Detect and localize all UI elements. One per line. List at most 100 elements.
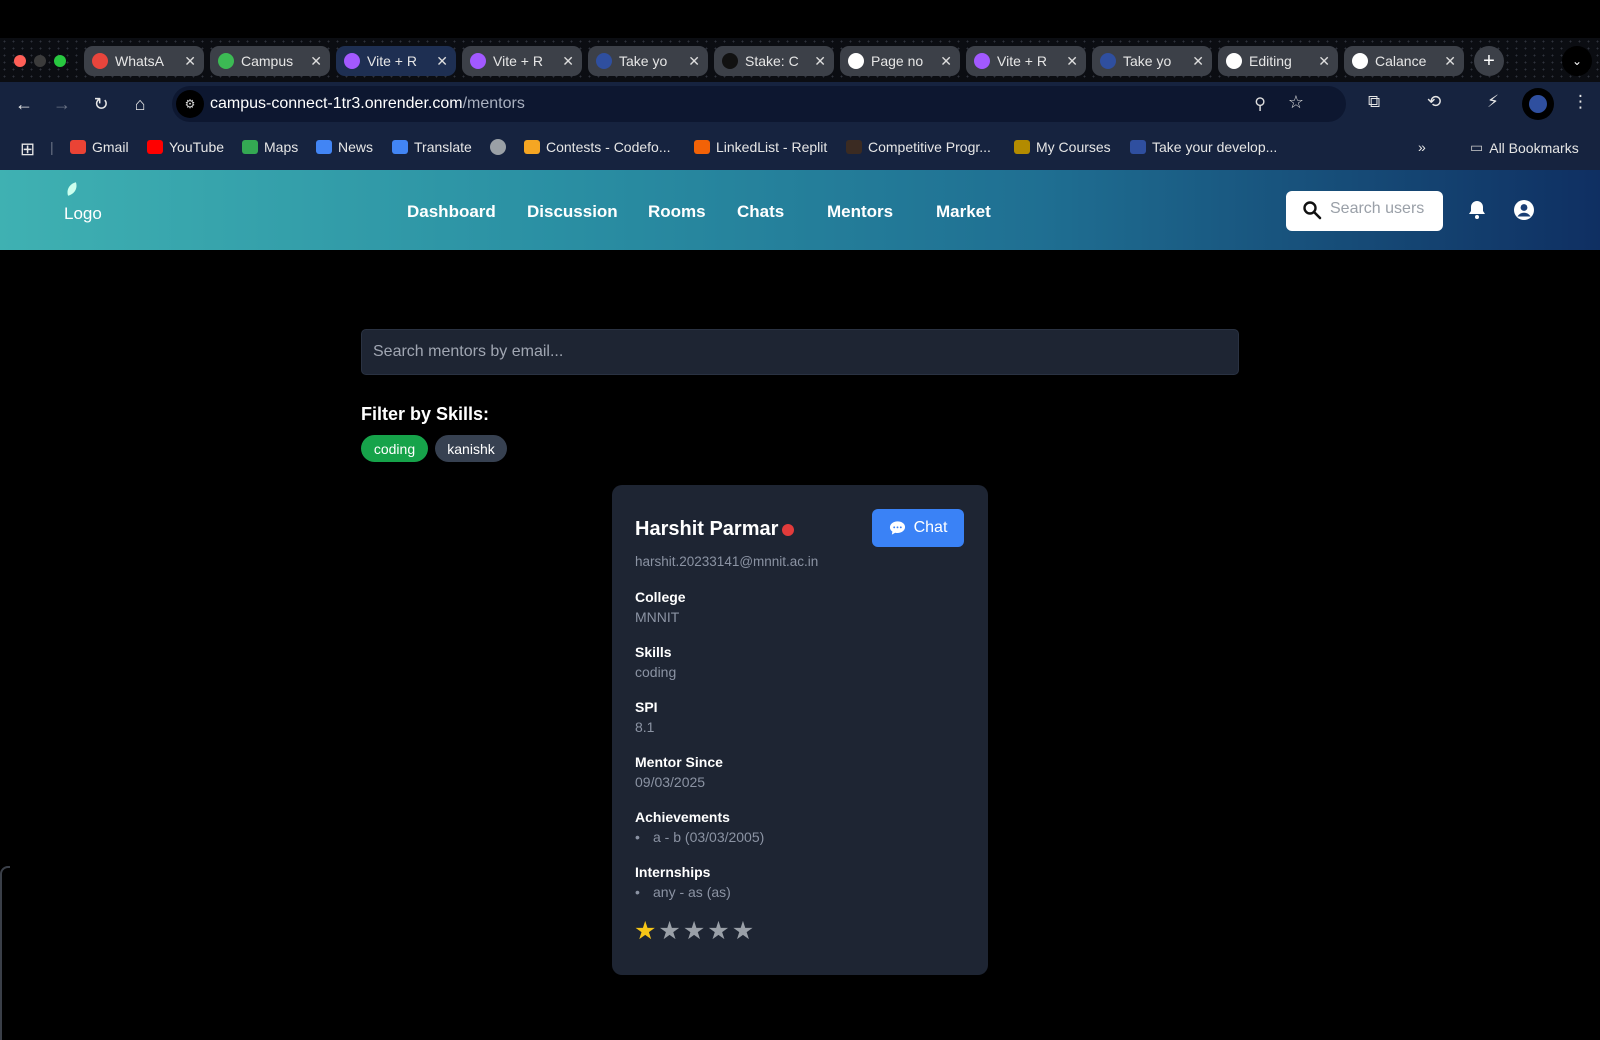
- bookmark-favicon-icon: [1130, 140, 1146, 154]
- site-info-icon[interactable]: ⚙: [176, 90, 204, 118]
- bell-icon[interactable]: [1465, 198, 1489, 222]
- star-icon[interactable]: ★: [707, 919, 729, 944]
- browser-tab[interactable]: Editing ✕: [1218, 46, 1338, 76]
- bookmark-item[interactable]: Take your develop...: [1130, 139, 1277, 155]
- back-icon[interactable]: ←: [12, 92, 36, 116]
- skill-chip-coding[interactable]: coding: [361, 435, 428, 462]
- close-tab-icon[interactable]: ✕: [940, 53, 952, 70]
- tab-search-button[interactable]: ⌄: [1562, 46, 1592, 76]
- bookmark-star-icon[interactable]: ☆: [1288, 92, 1304, 113]
- tab-title: Calance: [1375, 53, 1427, 69]
- reload-icon[interactable]: ↻: [89, 92, 113, 116]
- bookmark-item[interactable]: News: [316, 139, 373, 155]
- skills-label: Skills: [635, 644, 672, 660]
- user-search-input[interactable]: [1330, 200, 1440, 218]
- mentor-search-input[interactable]: [373, 343, 1223, 361]
- bookmark-label: News: [338, 139, 374, 155]
- close-tab-icon[interactable]: ✕: [310, 53, 322, 70]
- nav-link-market[interactable]: Market: [936, 202, 991, 222]
- browser-tab[interactable]: Vite + R ✕: [462, 46, 582, 76]
- address-bar[interactable]: ⚙ campus-connect-1tr3.onrender.com/mento…: [172, 86, 1346, 122]
- bookmark-item[interactable]: Gmail: [70, 139, 129, 155]
- browser-tab[interactable]: Campus ✕: [210, 46, 330, 76]
- bookmarks-overflow-icon[interactable]: »: [1418, 139, 1426, 155]
- nav-link-mentors[interactable]: Mentors: [827, 202, 893, 222]
- browser-tab[interactable]: Vite + R ✕: [966, 46, 1086, 76]
- browser-tab[interactable]: Page no ✕: [840, 46, 960, 76]
- bookmark-favicon-icon: [242, 140, 258, 154]
- bookmark-item[interactable]: Translate: [392, 139, 472, 155]
- close-tab-icon[interactable]: ✕: [562, 53, 574, 70]
- new-tab-button[interactable]: +: [1474, 46, 1504, 76]
- zoom-icon[interactable]: ⚲: [1254, 94, 1266, 114]
- vite-icon: [974, 53, 990, 69]
- close-tab-icon[interactable]: ✕: [1318, 53, 1330, 70]
- nav-link-discussion[interactable]: Discussion: [527, 202, 618, 222]
- achievements-label: Achievements: [635, 809, 730, 825]
- bookmark-favicon-icon: [70, 140, 86, 154]
- star-icon[interactable]: ★: [634, 919, 656, 944]
- close-tab-icon[interactable]: ✕: [1192, 53, 1204, 70]
- bookmark-favicon-icon: [524, 140, 540, 154]
- close-window-button[interactable]: [14, 55, 26, 67]
- maximize-window-button[interactable]: [54, 55, 66, 67]
- bookmark-item[interactable]: YouTube: [147, 139, 224, 155]
- bookmark-label: LinkedList - Replit: [716, 139, 828, 155]
- star-icon[interactable]: ★: [658, 919, 680, 944]
- mentor-search-box[interactable]: [361, 329, 1239, 375]
- star-icon[interactable]: ★: [732, 919, 754, 944]
- internships-label: Internships: [635, 864, 711, 880]
- home-icon[interactable]: ⌂: [128, 92, 152, 116]
- close-tab-icon[interactable]: ✕: [814, 53, 826, 70]
- bookmark-item[interactable]: Maps: [242, 139, 298, 155]
- skill-chip-kanishk[interactable]: kanishk: [435, 435, 507, 462]
- url-text[interactable]: campus-connect-1tr3.onrender.com/mentors: [210, 95, 525, 113]
- tab-title: Stake: C: [745, 53, 799, 69]
- college-value: MNNIT: [635, 609, 680, 625]
- close-tab-icon[interactable]: ✕: [184, 53, 196, 70]
- close-tab-icon[interactable]: ✕: [436, 53, 448, 70]
- bookmark-item[interactable]: Competitive Progr...: [846, 139, 991, 155]
- all-bookmarks-button[interactable]: ▭ All Bookmarks: [1470, 139, 1579, 156]
- history-icon[interactable]: ⟲: [1427, 92, 1441, 112]
- close-tab-icon[interactable]: ✕: [688, 53, 700, 70]
- browser-tab[interactable]: Calance ✕: [1344, 46, 1464, 76]
- star-icon[interactable]: ★: [683, 919, 705, 944]
- nav-link-chats[interactable]: Chats: [737, 202, 784, 222]
- mentor-card: Harshit Parmar Chat harshit.20233141@mnn…: [612, 485, 988, 975]
- bookmark-item[interactable]: My Courses: [1014, 139, 1111, 155]
- bookmarks-bar: ⊞ | » ▭ All Bookmarks Gmail YouTube Maps Ne…: [0, 126, 1600, 170]
- bookmark-item[interactable]: Contests - Codefo...: [524, 139, 671, 155]
- bookmark-item[interactable]: [490, 139, 506, 155]
- tab-title: Editing: [1249, 53, 1292, 69]
- nav-link-dashboard[interactable]: Dashboard: [407, 202, 496, 222]
- openai-icon: [1352, 53, 1368, 69]
- performance-icon[interactable]: ⚡: [1487, 92, 1499, 112]
- filter-by-skills-label: Filter by Skills:: [361, 404, 490, 424]
- mentor-name: Harshit Parmar: [635, 518, 779, 540]
- user-profile-icon[interactable]: [1512, 198, 1536, 222]
- extensions-icon[interactable]: ⧉: [1368, 92, 1380, 112]
- user-search-box[interactable]: [1286, 191, 1443, 231]
- browser-tab[interactable]: WhatsA ✕: [84, 46, 204, 76]
- nav-link-rooms[interactable]: Rooms: [648, 202, 706, 222]
- apps-grid-icon[interactable]: ⊞: [20, 139, 35, 160]
- mentor-email: harshit.20233141@mnnit.ac.in: [635, 554, 819, 569]
- close-tab-icon[interactable]: ✕: [1066, 53, 1078, 70]
- browser-menu-icon[interactable]: ⋮: [1572, 92, 1589, 112]
- bookmark-label: Gmail: [92, 139, 129, 155]
- bookmarks-divider: |: [50, 139, 54, 155]
- chat-button[interactable]: Chat: [872, 509, 964, 547]
- browser-tab[interactable]: Stake: C ✕: [714, 46, 834, 76]
- close-tab-icon[interactable]: ✕: [1444, 53, 1456, 70]
- minimize-window-button[interactable]: [34, 55, 46, 67]
- browser-tab[interactable]: Take yo ✕: [1092, 46, 1212, 76]
- profile-avatar-icon[interactable]: [1522, 88, 1554, 120]
- browser-tab[interactable]: Vite + R ✕: [336, 46, 456, 76]
- skills-value: coding: [635, 664, 677, 680]
- logo[interactable]: Logo: [62, 182, 102, 223]
- bookmark-item[interactable]: LinkedList - Replit: [694, 139, 827, 155]
- forward-icon[interactable]: →: [50, 92, 74, 116]
- bookmark-label: Translate: [414, 139, 472, 155]
- browser-tab[interactable]: Take yo ✕: [588, 46, 708, 76]
